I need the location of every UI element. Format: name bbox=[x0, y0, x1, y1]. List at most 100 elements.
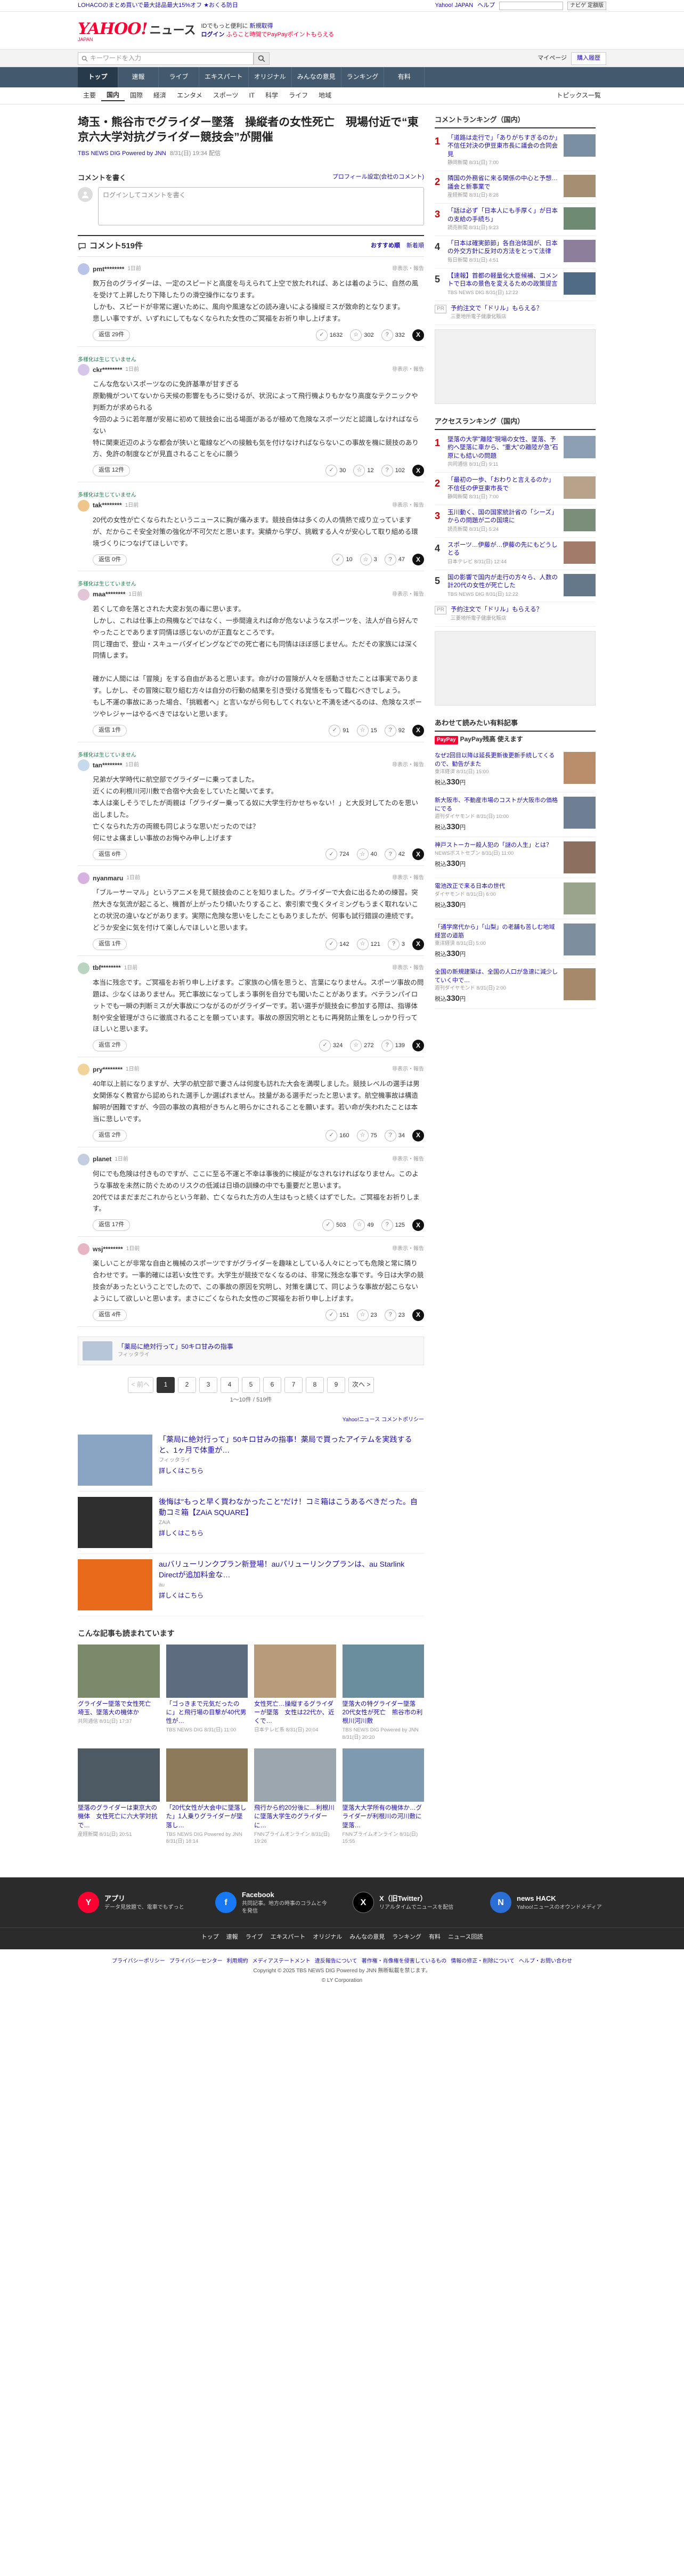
ranking-title[interactable]: 予約注文で「ドリル」もらえる？ bbox=[451, 606, 542, 613]
subnav-world[interactable]: 国際 bbox=[125, 91, 148, 100]
reaction-agree-button[interactable]: ✓ 503 bbox=[322, 1219, 346, 1232]
purchase-history-button[interactable]: 購入履歴 bbox=[571, 52, 606, 65]
ranking-item[interactable]: 2 隣国の外務省に来る関係の中心と予想…議会と新事業で 産経新聞 8/31(日) 8… bbox=[435, 171, 596, 204]
paid-article-item[interactable]: 「通学席代から」「山梨」の老舗も苦しむ地域経営の道筋 東洋経済 8/31(日) 5… bbox=[435, 919, 596, 965]
related-title[interactable]: 飛行から約20分後に…利根川に墜落大学生のグライダーに… bbox=[254, 1804, 336, 1829]
ranking-thumbnail[interactable] bbox=[564, 175, 596, 198]
reply-button[interactable]: 返信 4件 bbox=[93, 1309, 127, 1321]
footer-nav-link[interactable]: 有料 bbox=[429, 1933, 441, 1942]
pager-page[interactable]: 3 bbox=[199, 1376, 217, 1393]
pager-prev[interactable]: < 前へ bbox=[127, 1376, 153, 1393]
reaction-insight-button[interactable]: ☆ 302 bbox=[350, 329, 374, 341]
related-title[interactable]: 「20代女性が大会中に墜落した」1人乗りグライダーが墜落し… bbox=[166, 1804, 248, 1829]
nav-tab-live[interactable]: ライブ bbox=[159, 67, 199, 87]
related-thumbnail[interactable] bbox=[166, 1748, 248, 1802]
ranking-thumbnail[interactable] bbox=[564, 476, 596, 499]
comment-username[interactable]: tak******** bbox=[93, 501, 122, 510]
paid-article-thumbnail[interactable] bbox=[564, 841, 596, 874]
avatar[interactable] bbox=[78, 263, 89, 276]
legal-link[interactable]: メディアステートメント bbox=[253, 1958, 311, 1964]
comment-username[interactable]: wsj******** bbox=[93, 1245, 123, 1254]
subnav-entertainment[interactable]: エンタメ bbox=[172, 91, 208, 100]
paid-article-title[interactable]: なぜ2回目以降は延長更新後更新手続してくるので、勧告がまた bbox=[435, 752, 555, 767]
ranking-thumbnail[interactable] bbox=[564, 435, 596, 458]
reaction-doubt-button[interactable]: ? 92 bbox=[384, 724, 405, 736]
subnav-it[interactable]: IT bbox=[243, 91, 260, 100]
related-card[interactable]: 墜落大大学所有の機体か…グライダーが利根川の河川敷に墜落… FNNプライムオンライ… bbox=[342, 1748, 425, 1845]
ranking-thumbnail[interactable] bbox=[564, 272, 596, 295]
ranking-thumbnail[interactable] bbox=[564, 541, 596, 564]
x-share-icon[interactable]: X bbox=[412, 465, 424, 477]
ranking-item[interactable]: 1 「道路は走行で」「ありがちすぎるのか」不信任対決の伊豆東市長に議会の合同会見静… bbox=[435, 131, 596, 172]
footer-nav-link[interactable]: エキスパート bbox=[271, 1933, 306, 1942]
pager-page[interactable]: 6 bbox=[263, 1376, 281, 1393]
ranking-item[interactable]: 2 「最初の一歩、「おわりと言えるのか」不信任の伊豆東市長で 静岡新聞 8/31(日… bbox=[435, 473, 596, 505]
report-link[interactable]: 非表示・報告 bbox=[392, 1245, 424, 1253]
pager-page[interactable]: 4 bbox=[221, 1376, 239, 1393]
ranking-item[interactable]: 5 国の影響で国内が走行の方々ら、人数の計20代の女性が死亡した TBS NEWS … bbox=[435, 570, 596, 603]
reaction-insight-button[interactable]: ☆ 75 bbox=[356, 1129, 377, 1141]
mini-search-input[interactable] bbox=[499, 2, 564, 10]
reaction-doubt-button[interactable]: ? 42 bbox=[384, 848, 405, 861]
ranking-thumbnail[interactable] bbox=[564, 134, 596, 157]
ranking-title[interactable]: 隣国の外務省に来る関係の中心と予想…議会と新事業で bbox=[447, 175, 558, 190]
report-link[interactable]: 非表示・報告 bbox=[392, 874, 424, 882]
reply-button[interactable]: 返信 0件 bbox=[93, 554, 127, 566]
paid-article-title[interactable]: 電池改正で来る日本の世代 bbox=[435, 883, 505, 889]
x-share-icon[interactable]: X bbox=[412, 938, 424, 950]
legal-link[interactable]: 著作権・肖像権を侵害しているもの bbox=[362, 1958, 447, 1964]
avatar[interactable] bbox=[78, 588, 89, 601]
ranking-title[interactable]: 墜落の大学"離陸"現場の女性、墜落、予約へ墜落に車から、"重大"の離陸が急"石原… bbox=[447, 436, 558, 459]
paypay-promo-link[interactable]: ふらこと時間でPayPayポイントもらえる bbox=[226, 31, 335, 38]
yahoo-japan-link[interactable]: Yahoo! JAPAN bbox=[435, 2, 473, 10]
promo-link[interactable]: LOHACOのまとめ買いで最大誌品最大15%オフ ★おくる防日 bbox=[78, 2, 238, 10]
report-link[interactable]: 非表示・報告 bbox=[392, 591, 424, 599]
ranking-title[interactable]: 「道路は走行で」「ありがちすぎるのか」不信任対決の伊豆東市長に議会の合同会見 bbox=[447, 135, 558, 158]
ad-cta-link[interactable]: 詳しくはこちら bbox=[159, 1467, 424, 1476]
avatar[interactable] bbox=[78, 759, 89, 772]
login-link[interactable]: ログイン bbox=[201, 31, 224, 38]
reaction-insight-button[interactable]: ☆ 12 bbox=[353, 465, 374, 477]
comment-username[interactable]: pmt******** bbox=[93, 265, 124, 274]
related-card[interactable]: 女性死亡…操縦するグライダーが墜落 女性は22代か、近くで… 日本テレビ系 8/3… bbox=[254, 1644, 336, 1741]
ranking-item[interactable]: 3 「話は必ず「日本人にも手厚く」が日本の支給の手続ち」 読売新聞 8/31(日) … bbox=[435, 204, 596, 236]
related-title[interactable]: 墜落大の特グライダー墜落 20代女性が死亡 熊谷市の利根川河川敷 bbox=[343, 1700, 425, 1726]
paid-article-title[interactable]: 新大阪市、不動産市場のコストが大阪市の価格にでる bbox=[435, 797, 558, 812]
footer-app-link[interactable]: Y アプリ データ見放題で、電車でもずっと bbox=[78, 1890, 194, 1915]
paid-article-thumbnail[interactable] bbox=[564, 797, 596, 829]
reaction-insight-button[interactable]: ☆ 121 bbox=[356, 938, 380, 950]
reaction-agree-button[interactable]: ✓ 160 bbox=[325, 1129, 349, 1141]
reaction-agree-button[interactable]: ✓ 724 bbox=[325, 848, 349, 861]
app-name[interactable]: X（旧Twitter） bbox=[379, 1894, 453, 1904]
report-link[interactable]: 非表示・報告 bbox=[392, 1066, 424, 1074]
ad-cta-link[interactable]: 詳しくはこちら bbox=[159, 1529, 424, 1538]
reaction-agree-button[interactable]: ✓ 10 bbox=[332, 554, 353, 566]
mypage-link[interactable]: マイページ bbox=[538, 54, 567, 63]
ad-title[interactable]: 後悔は"もっと早く買わなかったこと"だけ！コミ箱はこうあるべきだった。自動コミ箱… bbox=[159, 1497, 424, 1518]
report-link[interactable]: 非表示・報告 bbox=[392, 965, 424, 973]
avatar[interactable] bbox=[78, 499, 89, 512]
nav-tab-ranking[interactable]: ランキング bbox=[341, 67, 385, 87]
pager-page[interactable]: 8 bbox=[306, 1376, 324, 1393]
ad-banner-title[interactable]: 「薬局に絶対行って」50キロ甘みの指事 bbox=[118, 1342, 233, 1351]
reply-button[interactable]: 返信 17件 bbox=[93, 1219, 131, 1232]
related-card[interactable]: 墜落のグライダーは東京大の機体 女性死亡に六大学対抗で… 産経新聞 8/31(日)… bbox=[78, 1748, 160, 1845]
footer-nav-link[interactable]: ニュース回読 bbox=[448, 1933, 483, 1942]
related-title[interactable]: 女性死亡…操縦するグライダーが墜落 女性は22代か、近くで… bbox=[254, 1700, 336, 1726]
related-thumbnail[interactable] bbox=[78, 1644, 160, 1698]
sponsored-item[interactable]: auバリューリンクプラン新登場！auバリューリンクプランは、au Starlin… bbox=[78, 1554, 424, 1617]
comment-username[interactable]: planet bbox=[93, 1155, 111, 1164]
reaction-doubt-button[interactable]: ? 23 bbox=[384, 1309, 405, 1321]
avatar[interactable] bbox=[78, 962, 89, 974]
related-title[interactable]: 墜落大大学所有の機体か…グライダーが利根川の河川敷に墜落… bbox=[343, 1804, 425, 1829]
paid-article-title[interactable]: 全国の新規建築は、全国の人口が急速に減少していく中で… bbox=[435, 969, 558, 983]
footer-nav-link[interactable]: オリジナル bbox=[313, 1933, 342, 1942]
report-link[interactable]: 非表示・報告 bbox=[392, 1156, 424, 1164]
paid-article-thumbnail[interactable] bbox=[564, 924, 596, 956]
ranking-title[interactable]: 「最初の一歩、「おわりと言えるのか」不信任の伊豆東市長で bbox=[447, 477, 555, 492]
reaction-agree-button[interactable]: ✓ 91 bbox=[329, 724, 349, 736]
footer-app-link[interactable]: Nnews HACK Yahoo!ニュースのオウンドメディア bbox=[490, 1890, 606, 1915]
related-card[interactable]: グライダー墜落で女性死亡 埼玉、墜落大の機体か 共同通信 8/31(日) 17:3… bbox=[78, 1644, 160, 1741]
reaction-doubt-button[interactable]: ? 3 bbox=[387, 938, 405, 950]
sidebar-ad[interactable] bbox=[435, 630, 596, 706]
